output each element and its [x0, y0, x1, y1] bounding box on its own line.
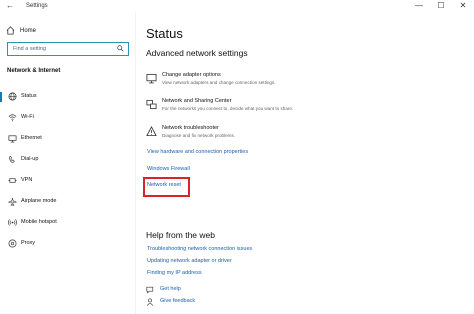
sidebar-item-airplane-mode[interactable]: Airplane mode	[0, 193, 136, 211]
feedback-icon	[146, 298, 154, 306]
vpn-icon	[8, 178, 17, 183]
search-icon	[117, 45, 124, 52]
get-help-link[interactable]: Get help	[146, 285, 346, 295]
advanced-settings-heading: Advanced network settings	[146, 48, 248, 58]
sidebar-item-dialup[interactable]: Dial-up	[0, 151, 136, 169]
help-link-troubleshooting[interactable]: Troubleshooting network connection issue…	[147, 246, 252, 252]
back-arrow-icon[interactable]: ←	[6, 1, 14, 10]
home-label: Home	[20, 28, 37, 34]
windows-firewall-link[interactable]: Windows Firewall	[147, 166, 190, 172]
give-feedback-link[interactable]: Give feedback	[146, 297, 346, 307]
sidebar: Home Find a setting Network & Internet S…	[0, 12, 136, 314]
network-reset-highlight	[143, 177, 190, 197]
warning-icon	[146, 126, 157, 137]
sidebar-item-ethernet[interactable]: Ethernet	[0, 130, 136, 148]
setting-title: Change adapter options	[162, 72, 221, 78]
setting-description: Diagnose and fix network problems.	[162, 133, 236, 138]
airplane-icon	[8, 197, 17, 206]
window-title: Settings	[26, 3, 48, 9]
search-input[interactable]: Find a setting	[7, 42, 129, 56]
help-link-ip-address[interactable]: Finding my IP address	[147, 270, 202, 276]
sidebar-item-label: Mobile hotspot	[21, 219, 57, 225]
sidebar-item-label: Status	[21, 93, 37, 99]
change-adapter-options[interactable]: Change adapter options View network adap…	[146, 72, 446, 90]
maximize-button[interactable]: ☐	[430, 0, 452, 12]
help-from-web-heading: Help from the web	[146, 230, 215, 240]
chat-help-icon	[146, 286, 154, 294]
settings-window: ← Settings — ☐ ✕ Home Find a setting Net…	[0, 0, 474, 314]
sidebar-item-label: Ethernet	[21, 135, 42, 141]
main-content: Status Advanced network settings Change …	[146, 12, 466, 314]
globe-icon	[8, 92, 17, 101]
sidebar-item-label: Wi-Fi	[21, 114, 34, 120]
network-sharing-center[interactable]: Network and Sharing Center For the netwo…	[146, 98, 446, 116]
setting-title: Network troubleshooter	[162, 125, 219, 131]
sidebar-item-label: Dial-up	[21, 156, 39, 162]
setting-description: View network adapters and change connect…	[162, 80, 276, 85]
adapter-icon	[146, 73, 157, 84]
hotspot-icon	[8, 219, 17, 226]
sidebar-item-wifi[interactable]: Wi-Fi	[0, 109, 136, 127]
give-feedback-label: Give feedback	[160, 298, 196, 304]
setting-title: Network and Sharing Center	[162, 98, 232, 104]
sharing-center-icon	[146, 99, 157, 110]
selected-indicator	[0, 92, 2, 102]
view-hardware-properties-link[interactable]: View hardware and connection properties	[147, 149, 248, 155]
sidebar-item-label: Proxy	[21, 240, 36, 246]
sidebar-item-status[interactable]: Status	[0, 88, 136, 106]
sidebar-item-mobile-hotspot[interactable]: Mobile hotspot	[0, 214, 136, 232]
sidebar-item-proxy[interactable]: Proxy	[0, 235, 136, 253]
setting-description: For the networks you connect to, decide …	[162, 106, 294, 111]
network-troubleshooter[interactable]: Network troubleshooter Diagnose and fix …	[146, 125, 446, 143]
ethernet-icon	[8, 135, 17, 143]
minimize-button[interactable]: —	[408, 0, 430, 12]
wifi-icon	[8, 114, 17, 122]
sidebar-item-vpn[interactable]: VPN	[0, 172, 136, 190]
dialup-icon	[9, 155, 15, 163]
close-button[interactable]: ✕	[452, 0, 474, 12]
get-help-label: Get help	[160, 286, 181, 292]
sidebar-home[interactable]: Home	[6, 25, 37, 37]
title-bar: ← Settings — ☐ ✕	[0, 0, 474, 12]
sidebar-section-title: Network & Internet	[7, 68, 61, 74]
proxy-icon	[8, 239, 17, 248]
sidebar-item-label: Airplane mode	[21, 198, 57, 204]
sidebar-item-label: VPN	[21, 177, 33, 183]
search-placeholder: Find a setting	[13, 46, 47, 52]
home-icon	[6, 25, 16, 37]
help-link-updating-adapter[interactable]: Updating network adapter or driver	[147, 258, 232, 264]
page-title: Status	[146, 26, 183, 41]
